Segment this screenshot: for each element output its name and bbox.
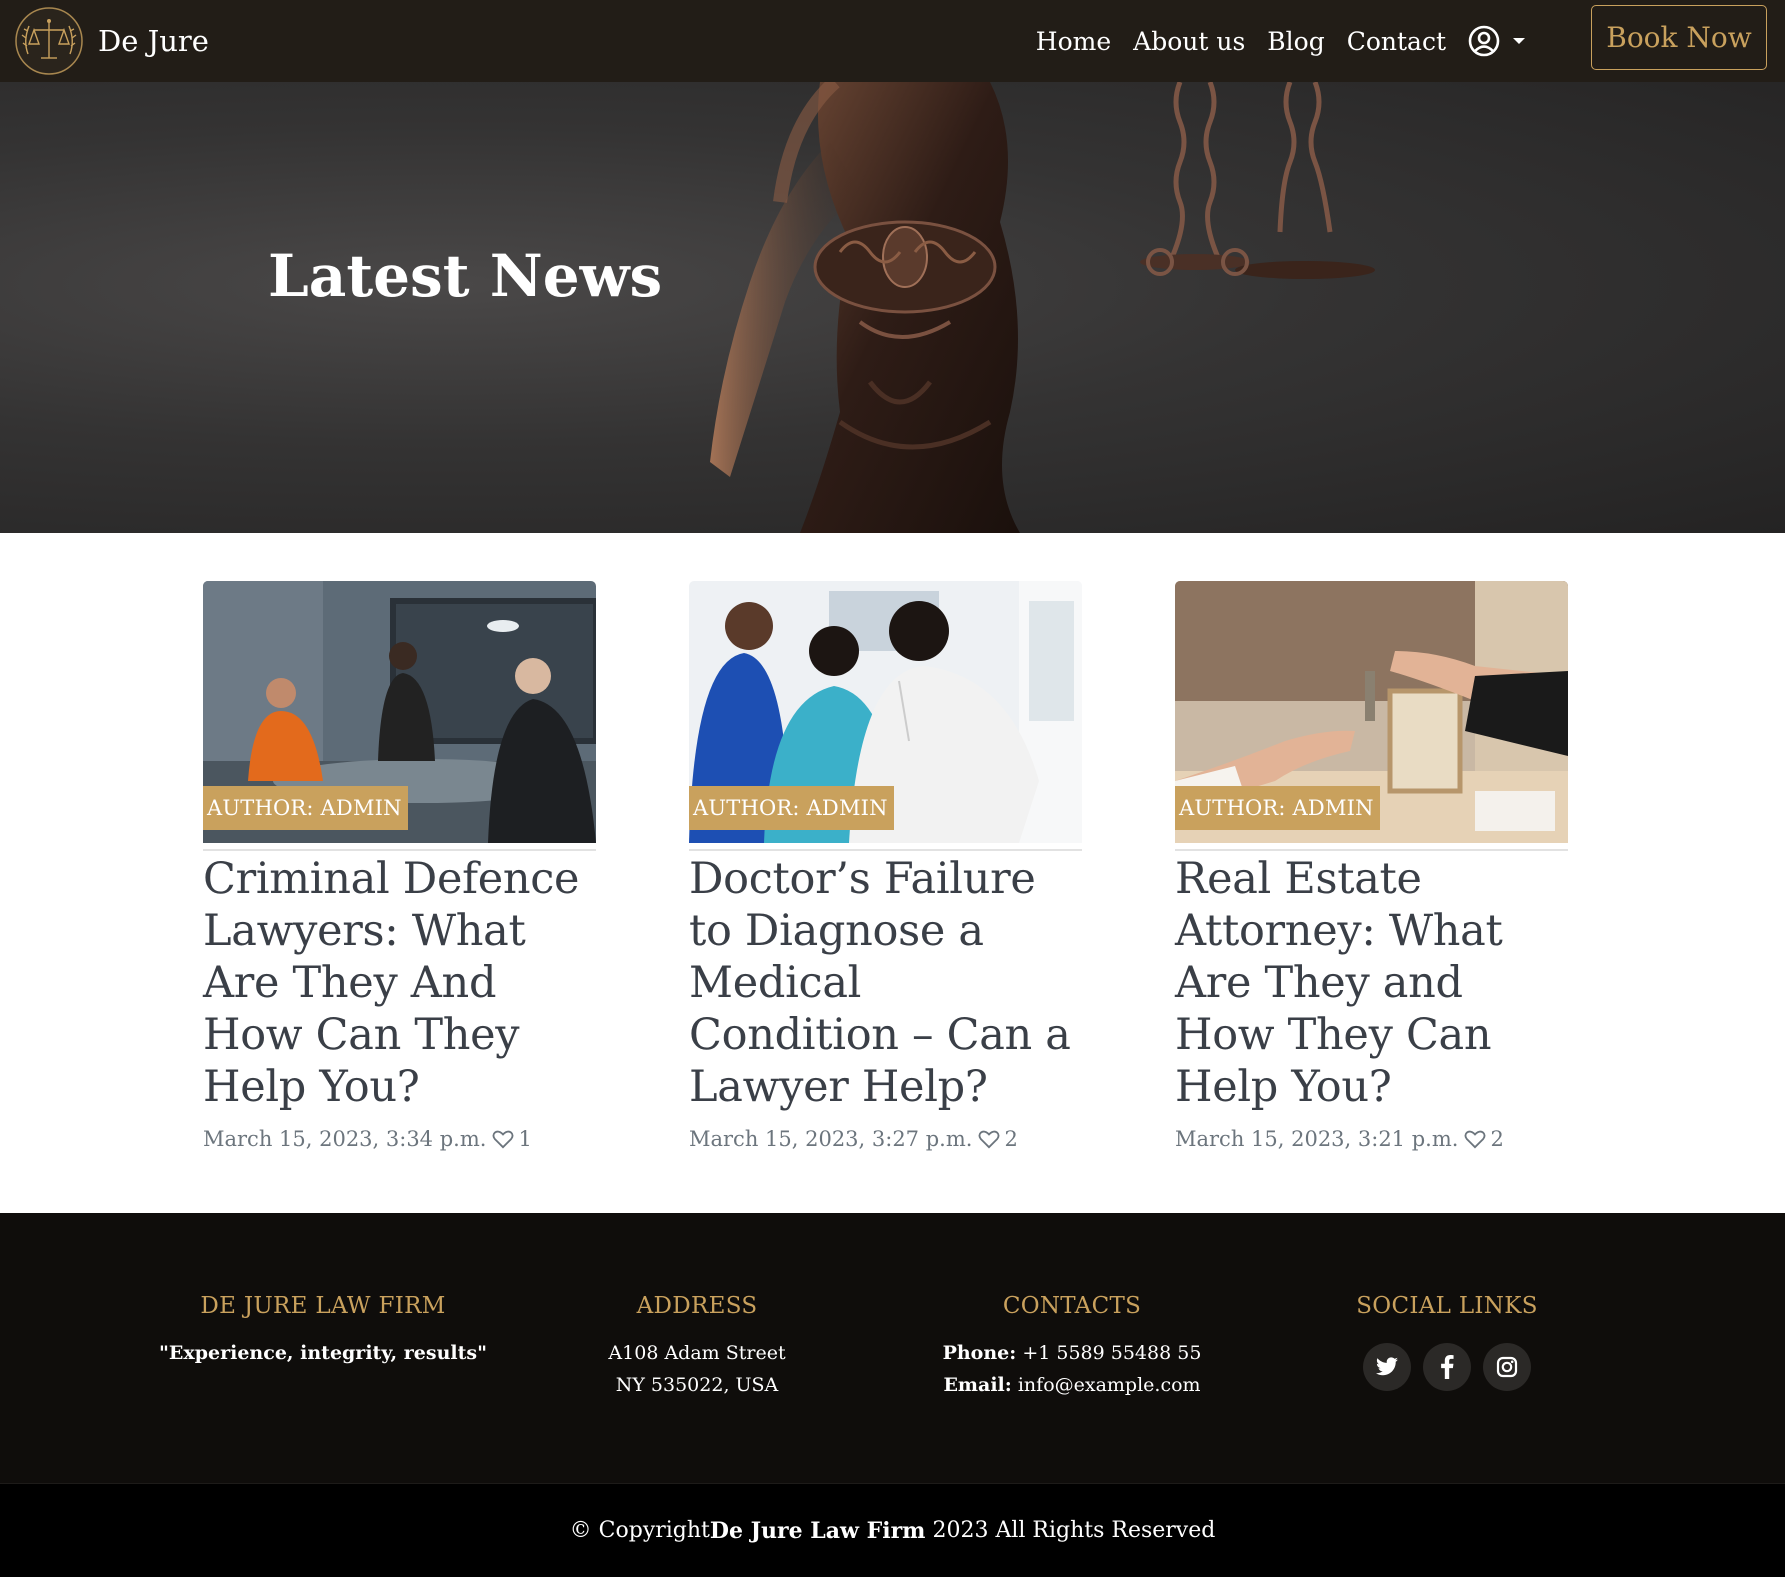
nav-about[interactable]: About us: [1133, 27, 1245, 56]
card-divider: [203, 849, 596, 851]
footer: DE JURE LAW FIRM "Experience, integrity,…: [0, 1213, 1785, 1483]
news-date: March 15, 2023, 3:27 p.m.: [689, 1127, 973, 1151]
address-line-2: NY 535022, USA: [615, 1374, 779, 1396]
twitter-icon: [1376, 1357, 1398, 1376]
author-badge: AUTHOR: ADMIN: [1175, 786, 1380, 830]
news-date: March 15, 2023, 3:21 p.m.: [1175, 1127, 1459, 1151]
author-badge: AUTHOR: ADMIN: [689, 786, 894, 830]
brand-name: De Jure: [98, 24, 209, 58]
news-card-image[interactable]: AUTHOR: ADMIN: [689, 581, 1082, 843]
phone-value[interactable]: +1 5589 55488 55: [1022, 1342, 1201, 1364]
instagram-link[interactable]: [1483, 1343, 1531, 1391]
scales-logo-icon: [15, 7, 83, 75]
heart-icon[interactable]: [1464, 1129, 1486, 1149]
news-card[interactable]: AUTHOR: ADMIN Doctor’s Failure to Diagno…: [689, 581, 1082, 1151]
card-divider: [689, 849, 1082, 851]
address-line-1: A108 Adam Street: [608, 1342, 786, 1364]
navbar: De Jure Home About us Blog Contact Book …: [0, 0, 1785, 82]
card-divider: [1175, 849, 1568, 851]
hero-banner: Latest News: [0, 82, 1785, 533]
news-title[interactable]: Criminal Defence Lawyers: What Are They …: [203, 853, 596, 1113]
news-title[interactable]: Doctor’s Failure to Diagnose a Medical C…: [689, 853, 1082, 1113]
footer-social: SOCIAL LINKS: [1260, 1293, 1634, 1391]
news-meta: March 15, 2023, 3:21 p.m. 2: [1175, 1127, 1568, 1151]
news-card[interactable]: AUTHOR: ADMIN Criminal Defence Lawyers: …: [203, 581, 596, 1151]
footer-tagline: "Experience, integrity, results": [159, 1342, 487, 1364]
copyright-prefix: © Copyright: [569, 1518, 710, 1543]
contact-email: Email: info@example.com: [885, 1369, 1259, 1401]
page-title: Latest News: [268, 242, 663, 310]
nav-blog[interactable]: Blog: [1267, 27, 1324, 56]
user-circle-icon: [1468, 25, 1500, 57]
news-list: AUTHOR: ADMIN Criminal Defence Lawyers: …: [0, 533, 1785, 1213]
footer-firm: DE JURE LAW FIRM "Experience, integrity,…: [136, 1293, 510, 1369]
book-now-button[interactable]: Book Now: [1591, 5, 1767, 70]
nav-links: Home About us Blog Contact: [1014, 0, 1530, 82]
footer-contacts: CONTACTS Phone: +1 5589 55488 55 Email: …: [885, 1293, 1259, 1401]
copyright-firm: De Jure Law Firm: [709, 1517, 926, 1544]
email-value[interactable]: info@example.com: [1018, 1374, 1201, 1396]
brand[interactable]: De Jure: [14, 4, 209, 78]
like-count: 1: [518, 1127, 532, 1151]
news-card-image[interactable]: AUTHOR: ADMIN: [203, 581, 596, 843]
facebook-link[interactable]: [1423, 1343, 1471, 1391]
user-menu-dropdown[interactable]: [1468, 25, 1530, 57]
news-meta: March 15, 2023, 3:27 p.m. 2: [689, 1127, 1082, 1151]
contact-phone: Phone: +1 5589 55488 55: [885, 1337, 1259, 1369]
lady-justice-statue-image: [710, 82, 1375, 533]
facebook-icon: [1441, 1355, 1454, 1379]
news-card[interactable]: AUTHOR: ADMIN Real Estate Attorney: What…: [1175, 581, 1568, 1151]
author-badge: AUTHOR: ADMIN: [203, 786, 408, 830]
footer-firm-heading: DE JURE LAW FIRM: [200, 1293, 446, 1319]
news-date: March 15, 2023, 3:34 p.m.: [203, 1127, 487, 1151]
footer-address: ADDRESS A108 Adam Street NY 535022, USA: [510, 1293, 884, 1401]
phone-label: Phone:: [942, 1342, 1017, 1364]
twitter-link[interactable]: [1363, 1343, 1411, 1391]
instagram-icon: [1496, 1356, 1518, 1378]
copyright-bar: © Copyright De Jure Law Firm 2023 All Rig…: [0, 1483, 1785, 1577]
footer-address-heading: ADDRESS: [636, 1293, 758, 1319]
footer-social-heading: SOCIAL LINKS: [1356, 1293, 1538, 1319]
copyright-suffix: 2023 All Rights Reserved: [925, 1518, 1216, 1543]
news-title[interactable]: Real Estate Attorney: What Are They and …: [1175, 853, 1568, 1113]
nav-contact[interactable]: Contact: [1347, 27, 1446, 56]
caret-down-icon: [1513, 38, 1525, 44]
news-card-image[interactable]: AUTHOR: ADMIN: [1175, 581, 1568, 843]
news-meta: March 15, 2023, 3:34 p.m. 1: [203, 1127, 596, 1151]
heart-icon[interactable]: [492, 1129, 514, 1149]
email-label: Email:: [943, 1374, 1012, 1396]
social-links: [1260, 1343, 1634, 1391]
nav-home[interactable]: Home: [1036, 27, 1111, 56]
footer-contacts-heading: CONTACTS: [1002, 1293, 1142, 1319]
like-count: 2: [1004, 1127, 1018, 1151]
heart-icon[interactable]: [978, 1129, 1000, 1149]
like-count: 2: [1490, 1127, 1504, 1151]
